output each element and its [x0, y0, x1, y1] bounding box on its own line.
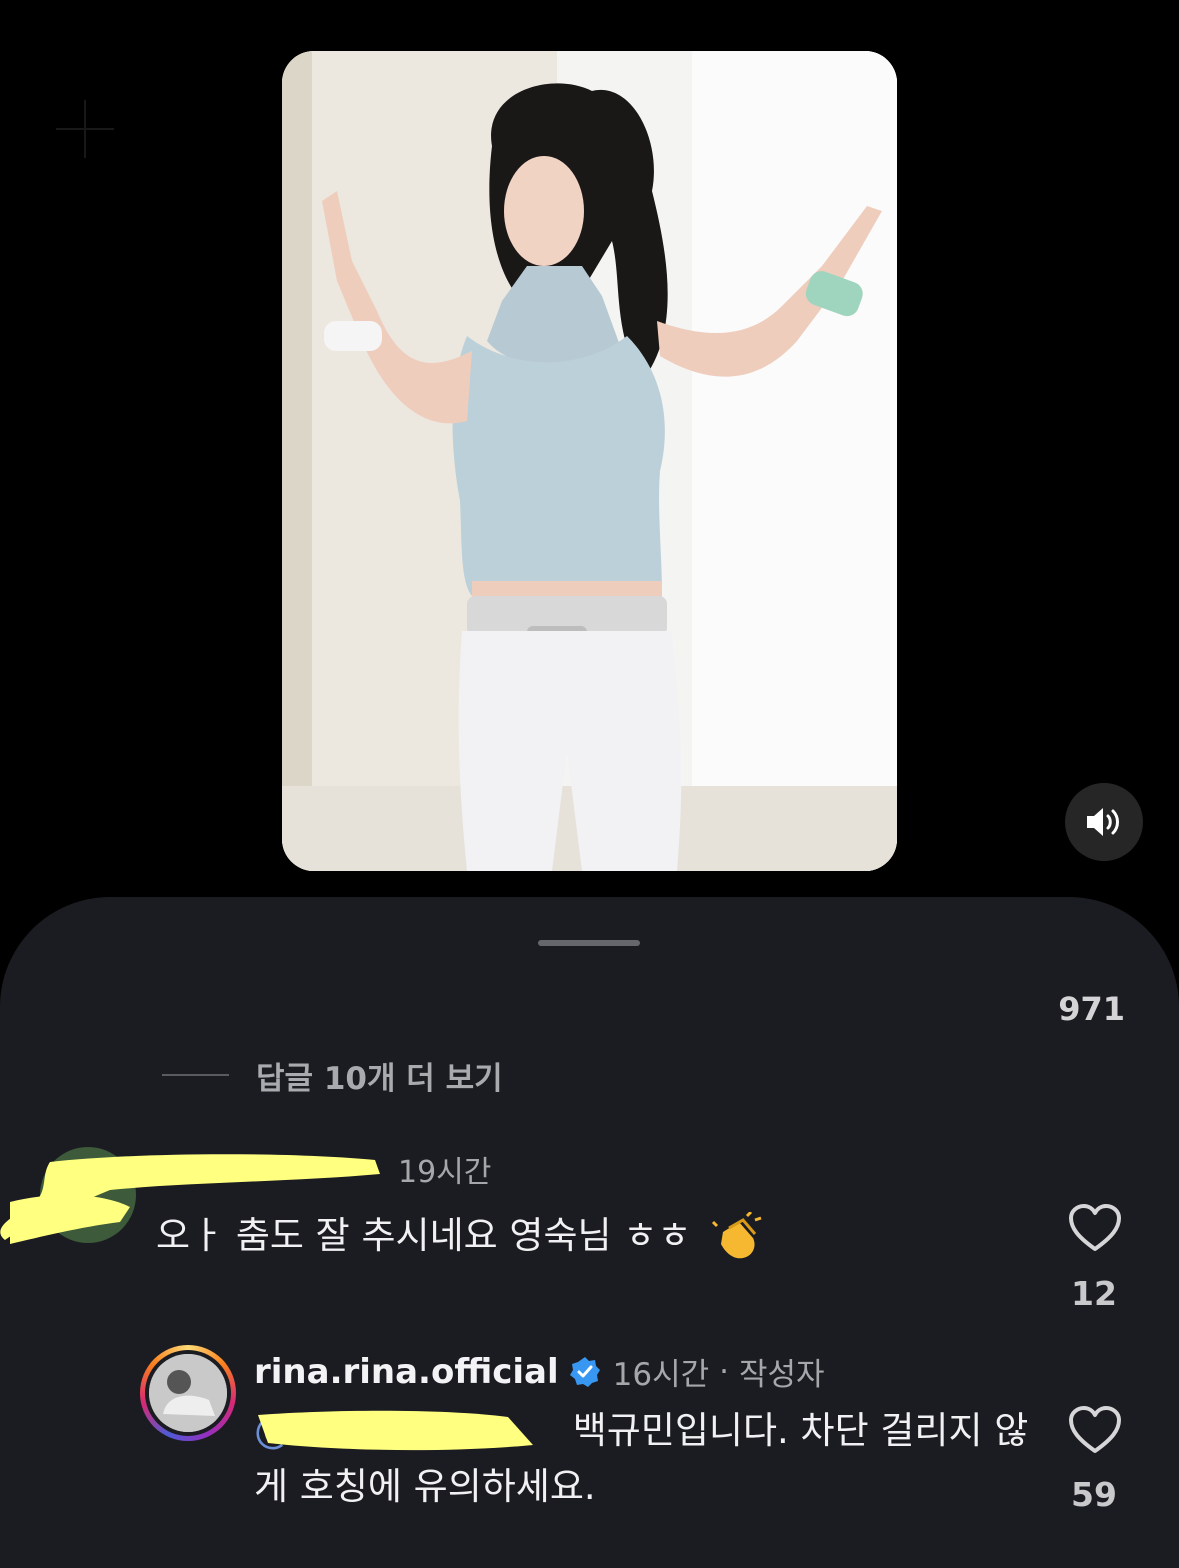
comment-like-count: 59 — [1071, 1475, 1117, 1514]
author-badge: 작성자 — [739, 1357, 825, 1393]
verified-badge-icon — [569, 1356, 600, 1387]
comment-time: 19시간 — [398, 1155, 492, 1190]
view-more-replies-button[interactable]: 답글 10개 더 보기 — [162, 1055, 503, 1097]
video-player[interactable] — [282, 51, 897, 871]
heart-icon[interactable] — [1068, 1405, 1122, 1455]
comment-text-body: 오ㅏ 춤도 잘 추시네요 영숙님 ㅎㅎ — [156, 1214, 692, 1257]
comment-text: 오ㅏ 춤도 잘 추시네요 영숙님 ㅎㅎ — [156, 1205, 763, 1264]
comment-header: rina.rina.official 16시간 · 작성자 — [254, 1349, 825, 1394]
comment-time: 16시간 — [612, 1357, 710, 1393]
replies-divider-line — [162, 1074, 229, 1076]
video-frame — [282, 51, 897, 871]
redaction-mark — [258, 1410, 533, 1451]
heart-icon[interactable] — [1068, 1203, 1122, 1253]
previous-comment-like-count: 971 — [1058, 990, 1125, 1028]
comment-like-count: 12 — [1071, 1274, 1117, 1313]
view-more-replies-label: 답글 10개 더 보기 — [256, 1060, 503, 1097]
author-avatar[interactable] — [140, 1345, 236, 1441]
comment-username[interactable]: rina.rina.official — [254, 1352, 559, 1392]
plus-icon — [56, 100, 114, 158]
avatar-photo — [149, 1354, 227, 1432]
sheet-drag-handle[interactable] — [538, 940, 640, 946]
dot-separator: · — [719, 1353, 730, 1390]
clapping-hands-icon — [712, 1211, 762, 1258]
speaker-icon — [1087, 808, 1119, 836]
sound-toggle-button[interactable] — [1065, 783, 1143, 861]
comments-sheet: 971 답글 10개 더 보기 19시간 오ㅏ 춤도 잘 추시네요 영숙님 ㅎㅎ… — [0, 897, 1179, 1568]
